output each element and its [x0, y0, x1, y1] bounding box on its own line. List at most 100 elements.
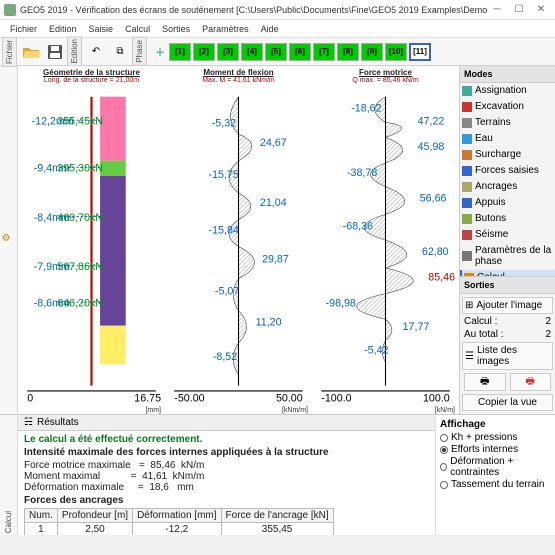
- svg-text:50.00: 50.00: [276, 393, 303, 405]
- vtab-phase[interactable]: Phase: [132, 37, 147, 66]
- affichage-head: Affichage: [440, 419, 551, 430]
- phase-9[interactable]: [9]: [361, 43, 383, 61]
- radio-d-formation-contraintes[interactable]: Déformation + contraintes: [440, 456, 551, 478]
- menu-aide[interactable]: Aide: [255, 24, 285, 34]
- phase-11[interactable]: [11]: [409, 43, 431, 61]
- svg-text:56,66: 56,66: [420, 193, 447, 205]
- copy-button[interactable]: ⧉: [109, 41, 131, 63]
- app-icon: [4, 4, 16, 16]
- phase-5[interactable]: [5]: [265, 43, 287, 61]
- svg-text:355,45kN: 355,45kN: [57, 116, 103, 128]
- mode-icon: [462, 86, 472, 96]
- svg-text:-50.00: -50.00: [174, 393, 204, 405]
- print-color-button[interactable]: 🖶: [510, 373, 552, 391]
- mode-icon: [462, 230, 472, 240]
- menu-sorties[interactable]: Sorties: [156, 24, 196, 34]
- mode-forces-saisies[interactable]: Forces saisies: [460, 163, 555, 179]
- phase-add[interactable]: ＋: [153, 45, 167, 59]
- mode-icon: [462, 118, 472, 128]
- list-images-button[interactable]: ☰Liste des images: [462, 342, 553, 370]
- svg-text:45,98: 45,98: [418, 141, 445, 153]
- left-gutter: ⚙: [0, 66, 18, 414]
- radio-efforts-internes[interactable]: Efforts internes: [440, 444, 551, 455]
- chart2-svg: -5,3224,67 -15,7521,04 -15,8429,87 -5,07…: [165, 86, 312, 407]
- phase-2[interactable]: [2]: [193, 43, 215, 61]
- phase-3[interactable]: [3]: [217, 43, 239, 61]
- chart1-sub: Long. de la structure = 21,00m: [44, 77, 139, 84]
- svg-text:-8,52: -8,52: [213, 351, 237, 363]
- vtab-edition[interactable]: Edition: [67, 36, 82, 66]
- mode-terrains[interactable]: Terrains: [460, 115, 555, 131]
- forces-table: Num.Profondeur [m]Déformation [mm]Force …: [24, 508, 334, 535]
- sorties-head: Sorties: [460, 277, 555, 294]
- phase-6[interactable]: [6]: [289, 43, 311, 61]
- vtab-fichier[interactable]: Fichier: [2, 37, 17, 67]
- svg-text:16.75: 16.75: [134, 393, 161, 405]
- menu-fichier[interactable]: Fichier: [4, 24, 43, 34]
- mode-icon: [462, 198, 472, 208]
- menu-saisie[interactable]: Saisie: [83, 24, 120, 34]
- svg-text:469,70kN: 469,70kN: [57, 212, 103, 224]
- phase-10[interactable]: [10]: [385, 43, 407, 61]
- results-panel: ☵Résultats Le calcul a été effectué corr…: [18, 415, 435, 535]
- vtab-calcul[interactable]: Calcul: [2, 509, 15, 535]
- window-title: GEO5 2019 - Vérification des écrans de s…: [20, 5, 487, 15]
- mode-séisme[interactable]: Séisme: [460, 227, 555, 243]
- svg-text:-15,84: -15,84: [209, 225, 239, 237]
- mode-icon: [462, 134, 472, 144]
- canvas-area: Géometrie de la structure Long. de la st…: [18, 66, 459, 414]
- settings-gear-icon[interactable]: ⚙: [2, 233, 16, 247]
- mode-icon: [462, 214, 472, 224]
- mode-paramètres-de-la-phase[interactable]: Paramètres de la phase: [460, 243, 555, 270]
- copy-view-button[interactable]: Copier la vue: [462, 394, 553, 411]
- svg-text:47,22: 47,22: [418, 116, 445, 128]
- svg-text:-38,78: -38,78: [347, 167, 377, 179]
- save-button[interactable]: [44, 41, 66, 63]
- forces-title: Forces des ancrages: [24, 495, 429, 506]
- sorties-row: Au total :2: [462, 328, 553, 341]
- svg-text:-15,75: -15,75: [209, 169, 239, 181]
- add-image-button[interactable]: ⊞Ajouter l'image: [462, 297, 553, 314]
- svg-text:646,20kN: 646,20kN: [57, 297, 103, 309]
- svg-text:-5,32: -5,32: [212, 118, 236, 130]
- chart2-sub: Max. M = 41,61 kNm/m: [202, 77, 275, 84]
- menu-paramètres[interactable]: Paramètres: [196, 24, 255, 34]
- undo-button[interactable]: ↶: [85, 41, 107, 63]
- mode-icon: [462, 102, 472, 112]
- svg-text:395,30kN: 395,30kN: [57, 163, 103, 175]
- mode-excavation[interactable]: Excavation: [460, 99, 555, 115]
- svg-text:-68,36: -68,36: [343, 220, 373, 232]
- menu-calcul[interactable]: Calcul: [119, 24, 156, 34]
- svg-text:11,20: 11,20: [256, 317, 282, 329]
- phase-4[interactable]: [4]: [241, 43, 263, 61]
- menu-edition[interactable]: Edition: [43, 24, 83, 34]
- print-button[interactable]: 🖶: [464, 373, 506, 391]
- results-section: Intensité maximale des forces internes a…: [24, 447, 429, 458]
- svg-text:100.0: 100.0: [423, 393, 450, 405]
- mode-icon: [462, 150, 472, 160]
- mode-assignation[interactable]: Assignation: [460, 83, 555, 99]
- modes-head: Modes: [460, 66, 555, 83]
- radio-tassement-du-terrain[interactable]: Tassement du terrain: [440, 479, 551, 490]
- close-button[interactable]: ✕: [531, 3, 551, 17]
- radio-kh-pressions[interactable]: Kh + pressions: [440, 432, 551, 443]
- chart3-sub: Q max. = 85,46 kN/m: [352, 77, 418, 84]
- mode-icon: [462, 182, 472, 192]
- mode-appuis[interactable]: Appuis: [460, 195, 555, 211]
- results-head: ☵Résultats: [18, 415, 435, 431]
- phase-1[interactable]: [1]: [169, 43, 191, 61]
- svg-text:567,86kN: 567,86kN: [57, 261, 103, 273]
- minimize-button[interactable]: ─: [487, 3, 507, 17]
- mode-butons[interactable]: Butons: [460, 211, 555, 227]
- mode-eau[interactable]: Eau: [460, 131, 555, 147]
- affichage-panel: Affichage Kh + pressionsEfforts internes…: [435, 415, 555, 535]
- phase-8[interactable]: [8]: [337, 43, 359, 61]
- svg-text:17,77: 17,77: [403, 321, 430, 333]
- phase-bar: ＋ [1][2][3][4][5][6][7][8][9][10][11]: [153, 43, 431, 61]
- mode-surcharge[interactable]: Surcharge: [460, 147, 555, 163]
- chart1-title: Géometrie de la structure: [43, 68, 140, 77]
- open-button[interactable]: [20, 41, 42, 63]
- maximize-button[interactable]: ☐: [509, 3, 529, 17]
- mode-ancrages[interactable]: Ancrages: [460, 179, 555, 195]
- phase-7[interactable]: [7]: [313, 43, 335, 61]
